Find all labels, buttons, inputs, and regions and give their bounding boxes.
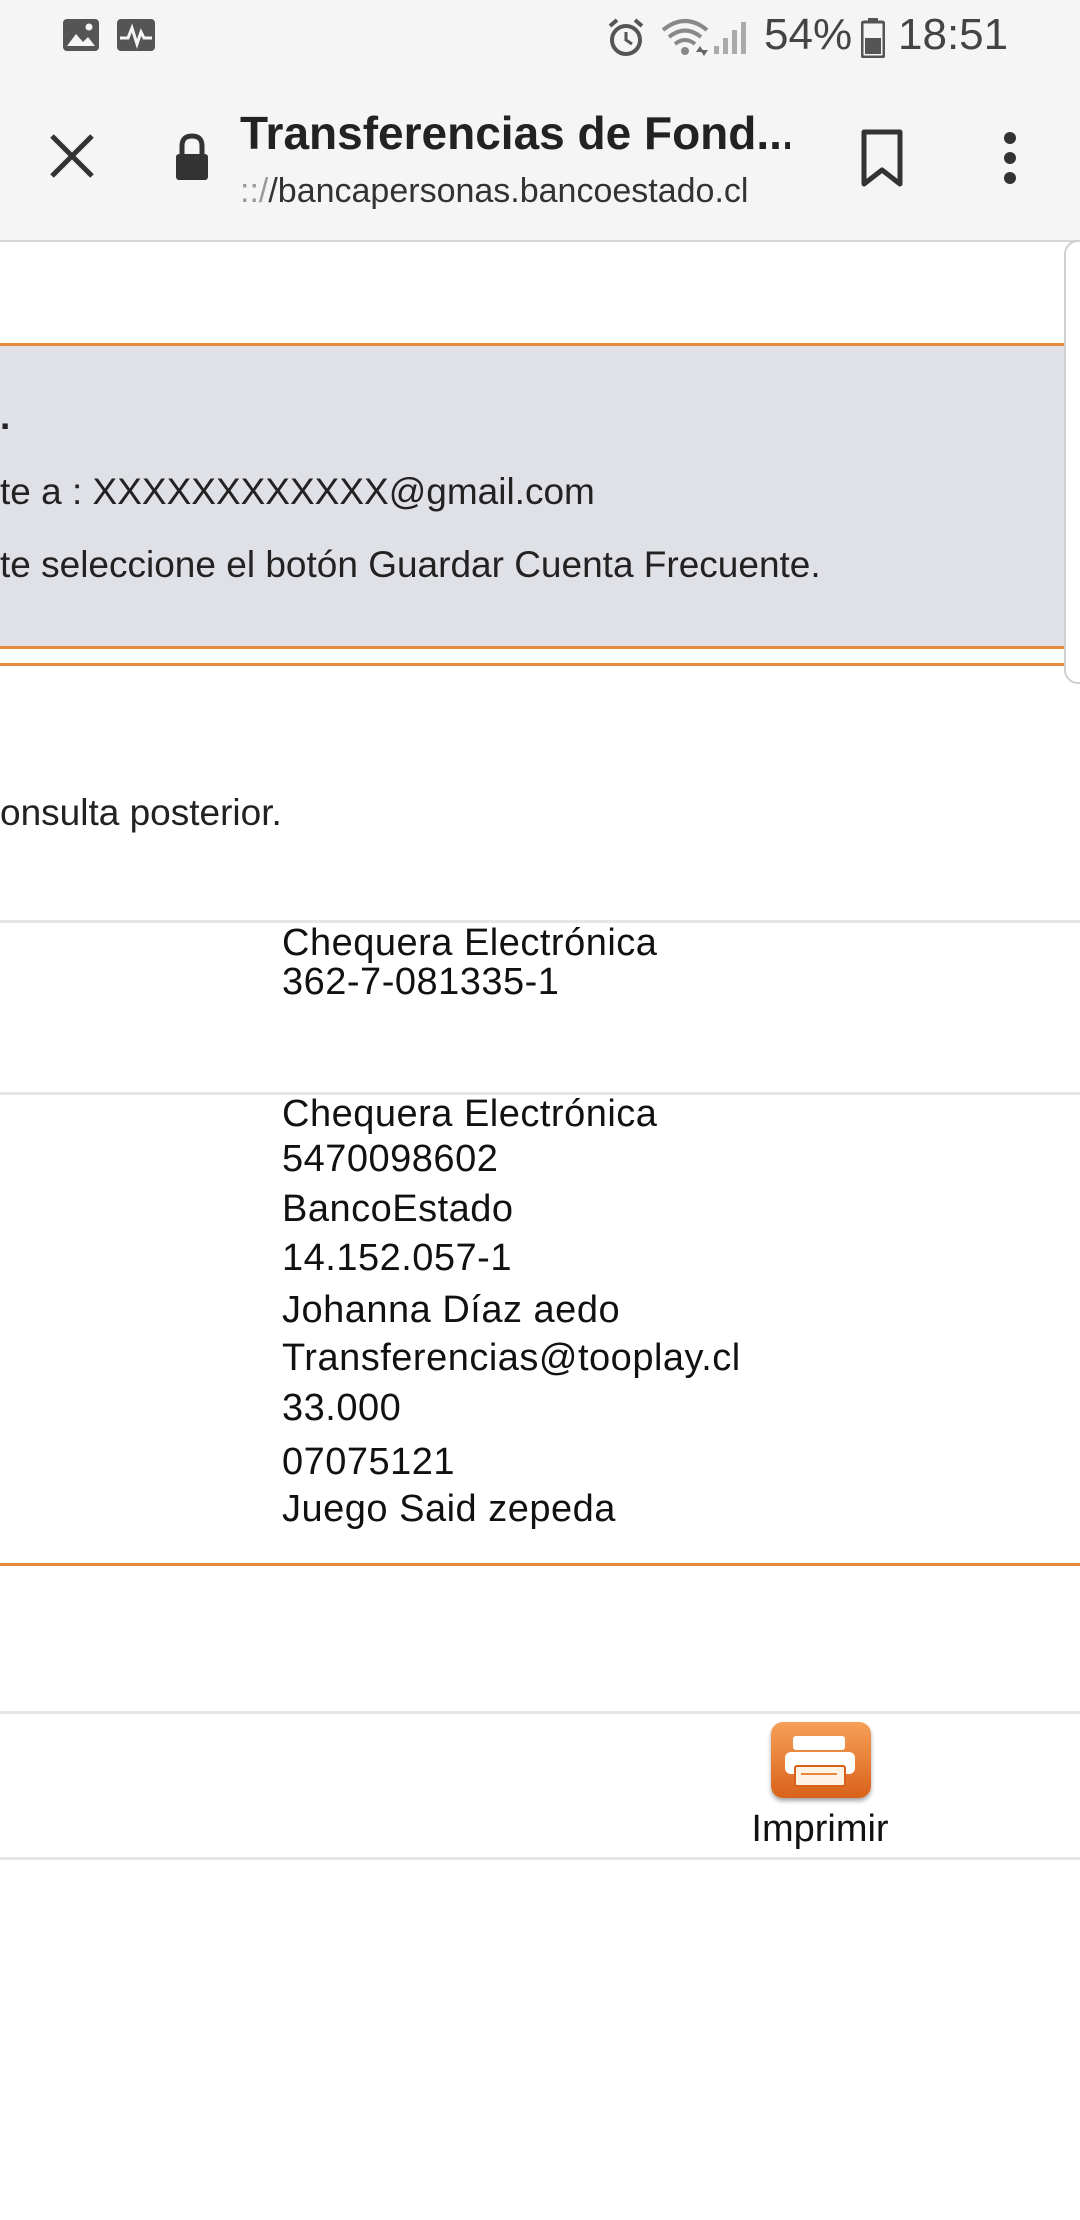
bookmark-icon[interactable] (858, 128, 906, 188)
destination-account-type: Chequera Electrónica (282, 1093, 658, 1135)
print-button[interactable]: Imprimir (740, 1718, 900, 1858)
divider (0, 1857, 1080, 1860)
alarm-icon (608, 18, 644, 56)
activity-icon (117, 19, 155, 51)
status-bar: 54% 18:51 (0, 0, 1080, 72)
scroll-handle[interactable] (1064, 240, 1080, 684)
notice-instruction: te seleccione el botón Guardar Cuenta Fr… (0, 544, 821, 585)
print-label: Imprimir (751, 1808, 889, 1850)
url-scheme: ::/ (240, 172, 269, 210)
battery-percent: 54% (764, 10, 853, 59)
transfer-comment: Juego Said zepeda (282, 1488, 616, 1530)
url-bar[interactable]: :://bancapersonas.bancoestado.cl (240, 172, 800, 211)
destination-email: Transferencias@tooplay.cl (282, 1337, 741, 1379)
more-vert-icon[interactable] (998, 130, 1022, 186)
wifi-icon (661, 19, 709, 56)
lock-icon (176, 133, 208, 180)
page-title: Transferencias de Fond... (240, 107, 790, 159)
destination-bank: BancoEstado (282, 1188, 514, 1230)
destination-name: Johanna Díaz aedo (282, 1289, 621, 1331)
divider (0, 1563, 1080, 1566)
divider (0, 663, 1065, 666)
notice-line-1: . (0, 396, 11, 437)
battery-icon (861, 18, 885, 58)
divider (0, 1711, 1080, 1714)
browser-toolbar: Transferencias de Fond... :://bancaperso… (0, 72, 1080, 242)
destination-rut: 14.152.057-1 (282, 1237, 512, 1279)
close-icon[interactable] (46, 130, 98, 182)
url-host: /bancapersonas.bancoestado.cl (268, 172, 749, 210)
transfer-amount: 33.000 (282, 1387, 402, 1429)
image-icon (63, 19, 99, 51)
transfer-code: 07075121 (282, 1441, 456, 1483)
signal-icon (714, 22, 746, 54)
clock: 18:51 (898, 10, 1009, 59)
origin-account-number: 362-7-081335-1 (282, 961, 560, 1003)
notice-email: te a : XXXXXXXXXXXX@gmail.com (0, 471, 595, 512)
notice-box: . te a : XXXXXXXXXXXX@gmail.com te selec… (0, 343, 1065, 649)
consulta-text: onsulta posterior. (0, 792, 282, 833)
printer-icon (771, 1722, 871, 1798)
origin-account-type: Chequera Electrónica (282, 922, 658, 964)
destination-account-number: 5470098602 (282, 1138, 499, 1180)
